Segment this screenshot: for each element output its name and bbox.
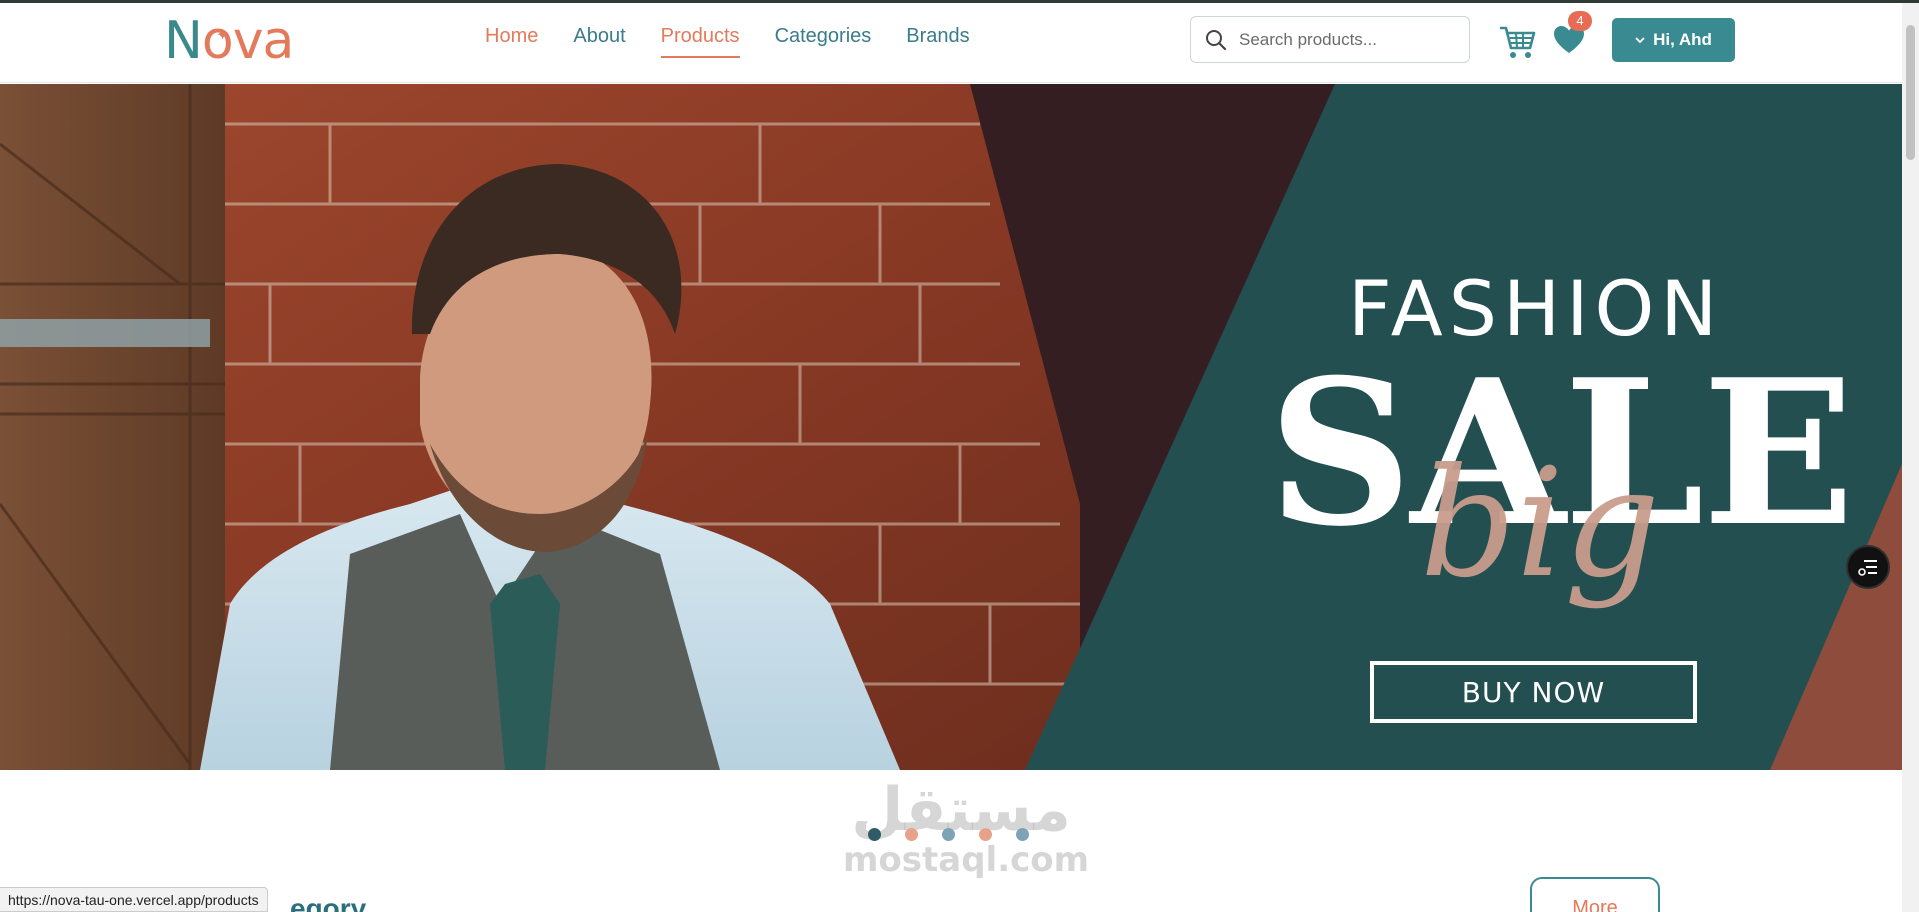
slider-dot-1[interactable] xyxy=(868,828,881,841)
section-heading: egory xyxy=(290,893,367,912)
slider-dot-5[interactable] xyxy=(1016,828,1029,841)
search-input[interactable] xyxy=(1239,27,1459,53)
nav-link-about[interactable]: About xyxy=(573,25,625,58)
floating-menu-button[interactable] xyxy=(1846,545,1890,589)
navbar: No ✦ va Home About Products Categories Bra… xyxy=(0,3,1902,83)
list-settings-icon xyxy=(1858,560,1877,576)
user-menu-button[interactable]: Hi, Ahd xyxy=(1612,18,1735,62)
main-nav: Home About Products Categories Brands xyxy=(485,25,1005,58)
logo-letters-va: va xyxy=(232,11,295,71)
watermark-english: mostaql.com xyxy=(843,840,1090,880)
nav-link-products[interactable]: Products xyxy=(660,25,740,58)
nova-logo[interactable]: No ✦ va xyxy=(164,9,295,71)
wishlist-count-badge: 4 xyxy=(1568,11,1592,31)
slider-dot-3[interactable] xyxy=(942,828,955,841)
cart-button[interactable] xyxy=(1498,22,1538,62)
nav-link-categories[interactable]: Categories xyxy=(775,25,872,58)
more-button[interactable]: More xyxy=(1530,877,1660,912)
status-bar-url: https://nova-tau-one.vercel.app/products xyxy=(0,887,268,912)
hero-script-big: big xyxy=(1420,437,1661,611)
logo-sparkle-icon: ✦ xyxy=(215,25,229,44)
user-greeting: Hi, Ahd xyxy=(1653,30,1712,49)
slider-dot-2[interactable] xyxy=(905,828,918,841)
logo-letter-n: N xyxy=(164,11,203,71)
page-scrollbar[interactable] xyxy=(1902,3,1919,912)
nav-link-brands[interactable]: Brands xyxy=(906,25,969,58)
nav-link-home[interactable]: Home xyxy=(485,25,538,58)
chevron-down-icon xyxy=(1635,37,1645,44)
scrollbar-thumb[interactable] xyxy=(1906,25,1915,160)
search-box[interactable] xyxy=(1190,16,1470,63)
buy-now-button[interactable]: BUY NOW xyxy=(1370,661,1697,723)
hero-banner[interactable]: FASHION SALE big BUY NOW xyxy=(0,84,1902,770)
slider-dot-4[interactable] xyxy=(979,828,992,841)
search-icon xyxy=(1206,30,1227,51)
cart-icon xyxy=(1500,26,1536,58)
logo-letter-o: o ✦ xyxy=(202,9,234,73)
slider-dots xyxy=(868,828,1029,841)
